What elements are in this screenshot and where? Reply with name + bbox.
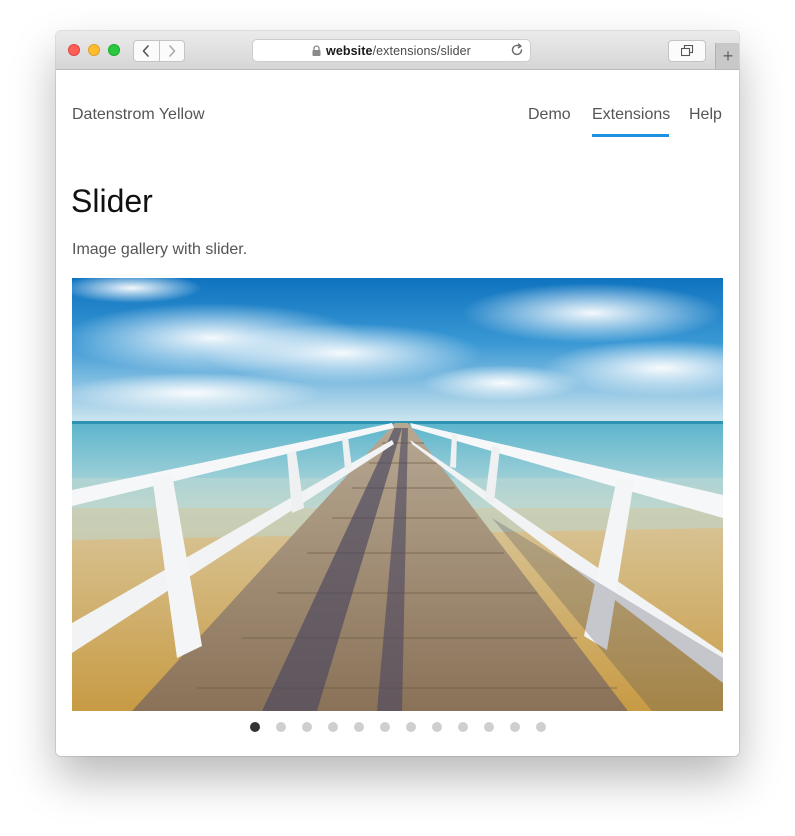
slider-image <box>72 278 723 711</box>
nav-item-demo[interactable]: Demo <box>528 106 571 124</box>
new-tab-button[interactable]: + <box>715 43 739 69</box>
image-slider[interactable] <box>72 278 723 711</box>
browser-toolbar: website/extensions/slider + <box>56 31 739 70</box>
slider-dot-9[interactable] <box>458 722 468 732</box>
tab-overview-button[interactable] <box>668 40 706 62</box>
slider-dot-3[interactable] <box>302 722 312 732</box>
nav-item-help[interactable]: Help <box>689 106 722 124</box>
slider-dot-6[interactable] <box>380 722 390 732</box>
reload-icon[interactable] <box>510 43 524 57</box>
zoom-window-button[interactable] <box>108 44 120 56</box>
browser-window: website/extensions/slider + Datenstrom Y… <box>56 31 739 756</box>
web-page: Datenstrom Yellow Demo Extensions Help S… <box>56 70 739 756</box>
slider-dot-1[interactable] <box>250 722 260 732</box>
close-window-button[interactable] <box>68 44 80 56</box>
slider-dot-4[interactable] <box>328 722 338 732</box>
address-bar[interactable]: website/extensions/slider <box>252 39 531 62</box>
forward-button[interactable] <box>158 41 185 61</box>
minimize-window-button[interactable] <box>88 44 100 56</box>
chevron-right-icon <box>168 45 176 57</box>
slider-dot-8[interactable] <box>432 722 442 732</box>
chevron-left-icon <box>142 45 150 57</box>
lock-icon <box>312 45 321 56</box>
page-description: Image gallery with slider. <box>72 241 248 258</box>
history-navigation <box>133 40 185 62</box>
active-nav-indicator <box>592 134 669 137</box>
url-path: /extensions/slider <box>372 44 471 58</box>
slider-dot-5[interactable] <box>354 722 364 732</box>
slider-dot-10[interactable] <box>484 722 494 732</box>
tab-overview-icon <box>680 45 693 57</box>
main-navigation: Demo Extensions Help <box>56 106 739 136</box>
back-button[interactable] <box>134 41 159 61</box>
slider-dot-2[interactable] <box>276 722 286 732</box>
slider-pagination <box>56 722 739 734</box>
page-title: Slider <box>71 183 153 220</box>
slider-dot-12[interactable] <box>536 722 546 732</box>
plus-icon: + <box>722 46 734 66</box>
url-host: website <box>326 44 373 58</box>
slider-dot-11[interactable] <box>510 722 520 732</box>
url-text: website/extensions/slider <box>326 44 471 58</box>
nav-item-extensions[interactable]: Extensions <box>592 106 670 124</box>
slider-dot-7[interactable] <box>406 722 416 732</box>
